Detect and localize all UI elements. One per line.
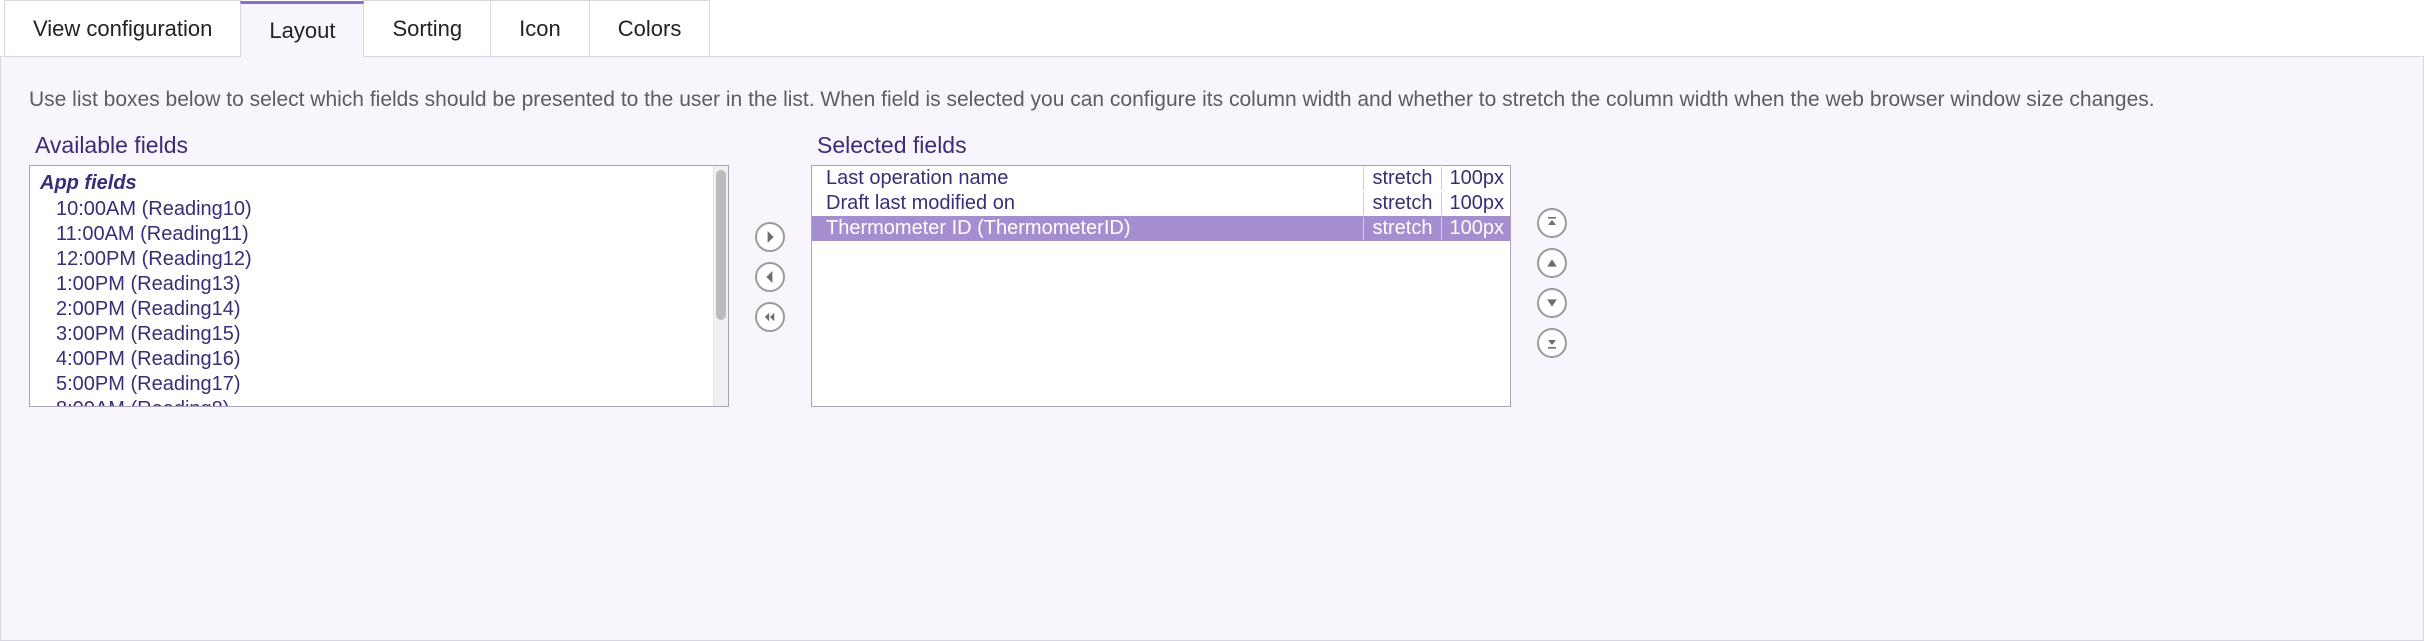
selected-field-stretch: stretch: [1363, 167, 1441, 190]
chevron-left-icon: [764, 271, 776, 283]
available-field-item[interactable]: 4:00PM (Reading16): [36, 347, 713, 372]
selected-fields-listbox[interactable]: Last operation name stretch 100px Draft …: [811, 165, 1511, 407]
available-field-item[interactable]: 10:00AM (Reading10): [36, 197, 713, 222]
available-group-header: App fields: [36, 170, 713, 197]
available-fields-listbox[interactable]: App fields 10:00AM (Reading10) 11:00AM (…: [29, 165, 729, 407]
tab-colors[interactable]: Colors: [589, 0, 711, 56]
selected-field-row[interactable]: Draft last modified on stretch 100px: [812, 191, 1510, 216]
available-field-item[interactable]: 3:00PM (Reading15): [36, 322, 713, 347]
scroll-thumb[interactable]: [716, 170, 726, 320]
move-bottom-button[interactable]: [1537, 328, 1567, 358]
available-field-item[interactable]: 12:00PM (Reading12): [36, 247, 713, 272]
selected-fields-title: Selected fields: [817, 132, 1511, 159]
selected-field-width: 100px: [1442, 167, 1505, 190]
selected-field-row[interactable]: Thermometer ID (ThermometerID) stretch 1…: [812, 216, 1510, 241]
move-up-button[interactable]: [1537, 248, 1567, 278]
available-field-item[interactable]: 1:00PM (Reading13): [36, 272, 713, 297]
selected-field-label: Draft last modified on: [826, 192, 1363, 215]
move-top-button[interactable]: [1537, 208, 1567, 238]
move-down-button[interactable]: [1537, 288, 1567, 318]
available-fields-title: Available fields: [35, 132, 729, 159]
selected-field-label: Thermometer ID (ThermometerID): [826, 217, 1363, 240]
move-top-icon: [1546, 217, 1558, 229]
panel-description: Use list boxes below to select which fie…: [29, 85, 2395, 114]
move-bottom-icon: [1546, 337, 1558, 349]
chevron-up-icon: [1546, 257, 1558, 269]
tab-sorting[interactable]: Sorting: [363, 0, 491, 56]
selected-field-stretch: stretch: [1363, 217, 1441, 240]
selected-field-row[interactable]: Last operation name stretch 100px: [812, 166, 1510, 191]
available-field-item[interactable]: 8:00AM (Reading8): [36, 397, 713, 406]
available-field-item[interactable]: 11:00AM (Reading11): [36, 222, 713, 247]
chevron-right-icon: [764, 231, 776, 243]
tabstrip: View configuration Layout Sorting Icon C…: [0, 0, 2424, 57]
layout-panel: Use list boxes below to select which fie…: [0, 57, 2424, 641]
selected-field-width: 100px: [1442, 192, 1505, 215]
available-field-item[interactable]: 2:00PM (Reading14): [36, 297, 713, 322]
tab-layout[interactable]: Layout: [240, 1, 364, 57]
double-chevron-left-icon: [764, 311, 776, 323]
remove-field-button[interactable]: [755, 262, 785, 292]
selected-field-label: Last operation name: [826, 167, 1363, 190]
chevron-down-icon: [1546, 297, 1558, 309]
remove-all-fields-button[interactable]: [755, 302, 785, 332]
add-field-button[interactable]: [755, 222, 785, 252]
tab-view-configuration[interactable]: View configuration: [4, 0, 241, 56]
selected-field-width: 100px: [1442, 217, 1505, 240]
available-scrollbar[interactable]: [713, 166, 728, 406]
available-field-item[interactable]: 5:00PM (Reading17): [36, 372, 713, 397]
tab-icon[interactable]: Icon: [490, 0, 590, 56]
selected-field-stretch: stretch: [1363, 192, 1441, 215]
